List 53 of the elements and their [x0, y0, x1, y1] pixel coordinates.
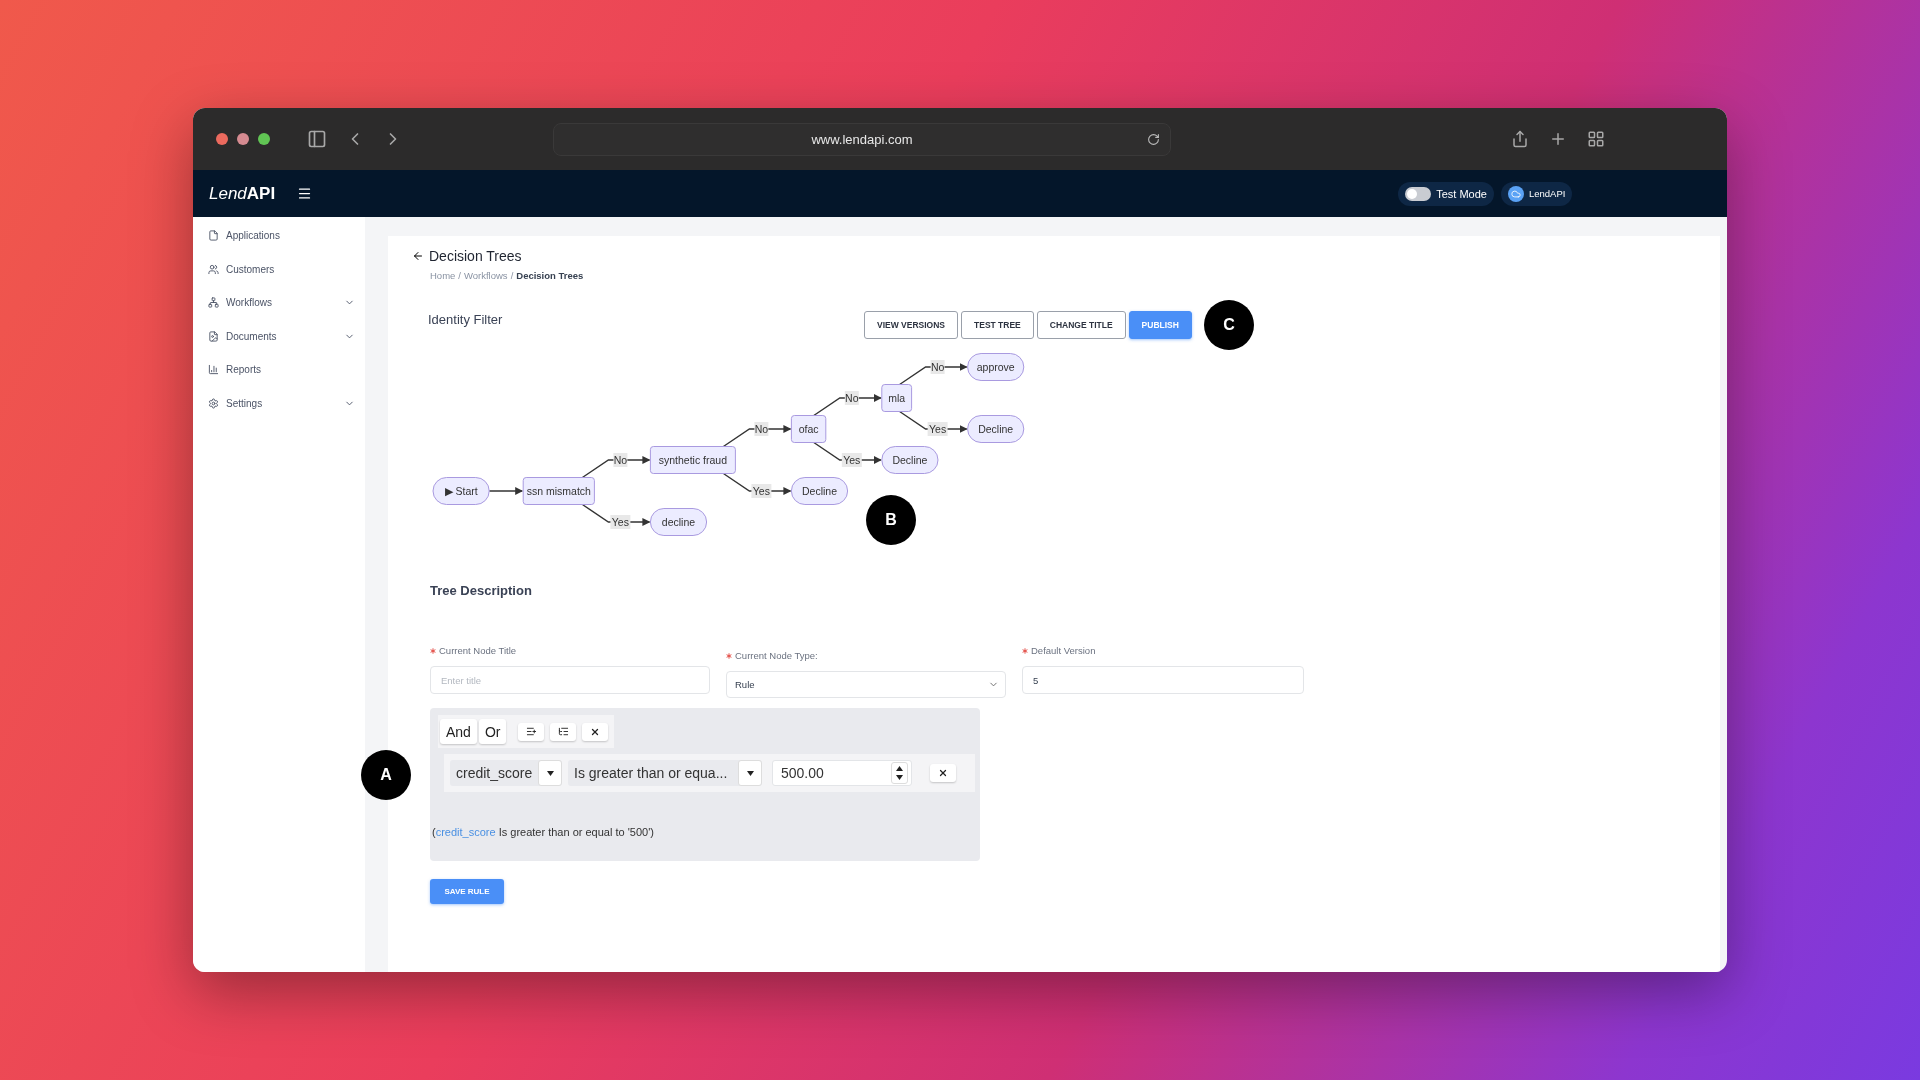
- edge-label: Yes: [610, 515, 631, 529]
- edge-label: Yes: [927, 422, 948, 436]
- callout-marker: A: [361, 750, 411, 800]
- outcome-node: Decline: [967, 415, 1025, 443]
- action-button[interactable]: CHANGE TITLE: [1036, 310, 1126, 339]
- test-mode-toggle[interactable]: Test Mode: [1398, 181, 1494, 206]
- action-button[interactable]: TEST TREE: [961, 310, 1034, 339]
- operator-select[interactable]: Is greater than or equa...: [568, 760, 762, 786]
- input-field[interactable]: Enter title: [430, 666, 710, 694]
- edge-label: No: [613, 453, 628, 467]
- edge-label: No: [930, 360, 945, 374]
- field-label: Current Node Type:: [735, 650, 818, 661]
- sidebar-item[interactable]: Reports: [193, 353, 365, 387]
- sidebar-item[interactable]: Settings: [193, 386, 365, 420]
- combinator-button[interactable]: And: [440, 719, 477, 744]
- start-node: ▶ Start: [432, 477, 490, 505]
- address-bar[interactable]: www.lendapi.com: [553, 122, 1171, 156]
- value-input[interactable]: 500.00: [772, 760, 912, 786]
- edge-label: No: [754, 422, 769, 436]
- outcome-node: Decline: [790, 477, 849, 505]
- page-title: Decision Trees: [429, 248, 522, 264]
- user-menu[interactable]: LendAPI: [1500, 181, 1573, 206]
- outcome-node: approve: [967, 353, 1025, 381]
- edge-label: Yes: [841, 453, 862, 467]
- combinator-button[interactable]: Or: [478, 719, 507, 744]
- action-button[interactable]: VIEW VERSIONS: [864, 310, 958, 339]
- callout-marker: B: [866, 495, 916, 545]
- url-text: www.lendapi.com: [811, 131, 913, 147]
- field-select[interactable]: credit_score: [450, 760, 562, 786]
- sidebar-item[interactable]: Customers: [193, 252, 365, 286]
- decision-node: synthetic fraud: [649, 446, 736, 474]
- outcome-node: decline: [649, 508, 708, 536]
- field-label: Current Node Title: [439, 645, 517, 656]
- section-heading: Tree Description: [430, 583, 533, 598]
- input-field[interactable]: 5: [1022, 666, 1304, 694]
- callout-marker: C: [1203, 299, 1254, 350]
- breadcrumb-separator: /: [510, 270, 514, 281]
- edge-label: Yes: [751, 484, 772, 498]
- select-field[interactable]: Rule: [726, 671, 1006, 698]
- field-label: Default Version: [1031, 645, 1096, 656]
- rule-summary: (credit_score Is greater than or equal to '500'): [432, 826, 655, 838]
- edge-label: No: [844, 391, 859, 405]
- decision-node: mla: [881, 384, 913, 412]
- outcome-node: Decline: [881, 446, 939, 474]
- breadcrumb-link[interactable]: Decision Trees: [516, 270, 584, 281]
- sidebar-item[interactable]: Documents: [193, 319, 365, 353]
- sidebar-item[interactable]: Workflows: [193, 286, 365, 320]
- sidebar-item[interactable]: Applications: [193, 219, 365, 253]
- decision-node: ssn mismatch: [522, 477, 595, 505]
- decision-node: ofac: [790, 415, 827, 443]
- breadcrumb-separator: /: [458, 270, 461, 281]
- logo: LendAPI: [209, 183, 276, 204]
- tree-title: Identity Filter: [428, 312, 504, 327]
